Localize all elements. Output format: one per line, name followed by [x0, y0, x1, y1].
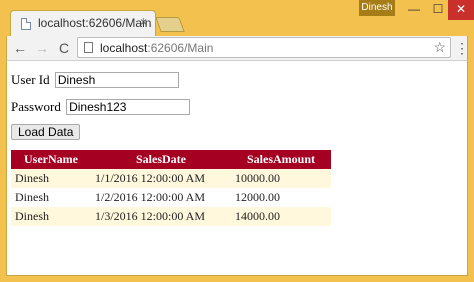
- table-row: Dinesh 1/2/2016 12:00:00 AM 12000.00: [11, 188, 331, 207]
- url-host: localhost: [100, 41, 148, 55]
- column-header-salesdate: SalesDate: [91, 150, 231, 169]
- minimize-icon[interactable]: —: [401, 0, 427, 20]
- cell-salesdate: 1/3/2016 12:00:00 AM: [91, 207, 231, 226]
- column-header-salesamount: SalesAmount: [231, 150, 331, 169]
- table-row: Dinesh 1/1/2016 12:00:00 AM 10000.00: [11, 169, 331, 188]
- close-tab-icon[interactable]: ×: [140, 15, 147, 29]
- url-text: localhost:62606/Main: [100, 41, 213, 55]
- forward-arrow-icon[interactable]: →: [33, 39, 51, 57]
- browser-tab[interactable]: localhost:62606/Main ×: [10, 10, 156, 36]
- page-icon: [21, 18, 31, 30]
- load-data-button[interactable]: Load Data: [11, 124, 81, 140]
- page-info-icon[interactable]: [84, 42, 93, 53]
- close-window-icon[interactable]: ✕: [448, 0, 474, 20]
- reload-icon[interactable]: C: [55, 39, 73, 57]
- address-bar[interactable]: localhost:62606/Main ☆: [77, 37, 451, 58]
- userid-input[interactable]: [54, 72, 179, 89]
- userid-row: User Id: [11, 71, 179, 89]
- bookmark-star-icon[interactable]: ☆: [433, 39, 446, 56]
- cell-salesdate: 1/1/2016 12:00:00 AM: [91, 169, 231, 188]
- cell-username: Dinesh: [11, 207, 91, 226]
- table-row: Dinesh 1/3/2016 12:00:00 AM 14000.00: [11, 207, 331, 226]
- password-row: Password: [11, 98, 191, 116]
- cell-username: Dinesh: [11, 188, 91, 207]
- password-input[interactable]: [66, 99, 191, 116]
- back-arrow-icon[interactable]: ←: [11, 39, 29, 57]
- browser-window: localhost:62606/Main × Dinesh — ☐ ✕ ← → …: [0, 0, 474, 282]
- sales-table: UserName SalesDate SalesAmount Dinesh 1/…: [11, 150, 331, 226]
- userid-label: User Id: [11, 72, 50, 88]
- column-header-username: UserName: [11, 150, 91, 169]
- url-path: :62606/Main: [147, 41, 214, 55]
- cell-salesdate: 1/2/2016 12:00:00 AM: [91, 188, 231, 207]
- cell-username: Dinesh: [11, 169, 91, 188]
- table-header-row: UserName SalesDate SalesAmount: [11, 150, 331, 169]
- cell-salesamount: 14000.00: [231, 207, 331, 226]
- new-tab-button[interactable]: [155, 17, 185, 32]
- browser-toolbar: ← → C localhost:62606/Main ☆ ⋮: [6, 36, 469, 60]
- cell-salesamount: 12000.00: [231, 188, 331, 207]
- cell-salesamount: 10000.00: [231, 169, 331, 188]
- tab-title: localhost:62606/Main: [38, 16, 152, 30]
- profile-badge[interactable]: Dinesh: [359, 0, 395, 16]
- title-bar: localhost:62606/Main × Dinesh — ☐ ✕: [0, 0, 474, 36]
- menu-icon[interactable]: ⋮: [455, 39, 469, 57]
- page-content: User Id Password Load Data UserName Sale…: [6, 60, 468, 276]
- password-label: Password: [11, 99, 61, 115]
